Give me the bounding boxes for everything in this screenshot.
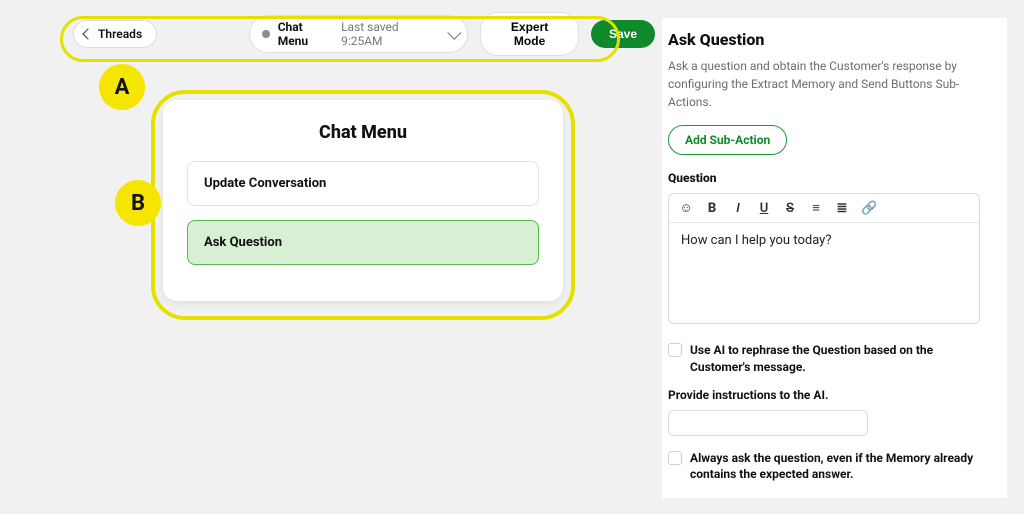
always-ask-row: Always ask the question, even if the Mem… <box>668 450 989 484</box>
action-ask-question[interactable]: Ask Question <box>187 220 539 265</box>
back-label: Threads <box>98 27 142 41</box>
card-title: Chat Menu <box>187 122 539 143</box>
rephrase-row: Use AI to rephrase the Question based on… <box>668 342 989 376</box>
unordered-list-icon[interactable]: ≣ <box>835 201 849 216</box>
annotation-badge-b: B <box>115 180 161 226</box>
add-sub-action-button[interactable]: Add Sub-Action <box>668 125 787 155</box>
editor-toolbar: ☺ B I U S ≡ ≣ 🔗 <box>669 194 979 223</box>
strike-icon[interactable]: S <box>783 201 797 216</box>
document-chip[interactable]: Chat Menu Last saved 9:25AM <box>249 15 468 53</box>
document-title: Chat Menu <box>278 20 333 48</box>
save-button[interactable]: Save <box>591 20 655 48</box>
action-update-conversation[interactable]: Update Conversation <box>187 161 539 206</box>
editor-canvas: Threads Chat Menu Last saved 9:25AM Expe… <box>55 10 655 505</box>
annotation-badge-a: A <box>99 64 145 110</box>
instructions-label: Provide instructions to the AI. <box>668 388 989 402</box>
underline-icon[interactable]: U <box>757 201 771 216</box>
topbar: Threads Chat Menu Last saved 9:25AM Expe… <box>55 10 655 58</box>
always-ask-checkbox[interactable] <box>668 451 682 465</box>
question-editor: ☺ B I U S ≡ ≣ 🔗 How can I help you today… <box>668 193 980 324</box>
bold-icon[interactable]: B <box>705 201 719 216</box>
always-ask-label: Always ask the question, even if the Mem… <box>690 450 989 484</box>
ai-instructions-input[interactable] <box>668 410 868 436</box>
card-wrap: B Chat Menu Update Conversation Ask Ques… <box>163 100 563 301</box>
question-label: Question <box>668 171 989 185</box>
last-saved-text: Last saved 9:25AM <box>341 20 438 48</box>
chevron-down-icon <box>447 26 461 40</box>
panel-description: Ask a question and obtain the Customer's… <box>668 57 989 111</box>
question-textarea[interactable]: How can I help you today? <box>669 223 979 323</box>
emoji-icon[interactable]: ☺ <box>679 200 693 216</box>
link-icon[interactable]: 🔗 <box>861 201 877 216</box>
chevron-left-icon <box>82 28 93 39</box>
rephrase-label: Use AI to rephrase the Question based on… <box>690 342 989 376</box>
expert-mode-button[interactable]: Expert Mode <box>480 12 579 56</box>
panel-title: Ask Question <box>668 30 989 49</box>
right-panel: Ask Question Ask a question and obtain t… <box>662 18 1007 498</box>
italic-icon[interactable]: I <box>731 201 745 216</box>
status-dot-icon <box>262 30 270 38</box>
actions-card: Chat Menu Update Conversation Ask Questi… <box>163 100 563 301</box>
rephrase-checkbox[interactable] <box>668 343 682 357</box>
ordered-list-icon[interactable]: ≡ <box>809 200 823 216</box>
back-to-threads[interactable]: Threads <box>73 20 157 48</box>
